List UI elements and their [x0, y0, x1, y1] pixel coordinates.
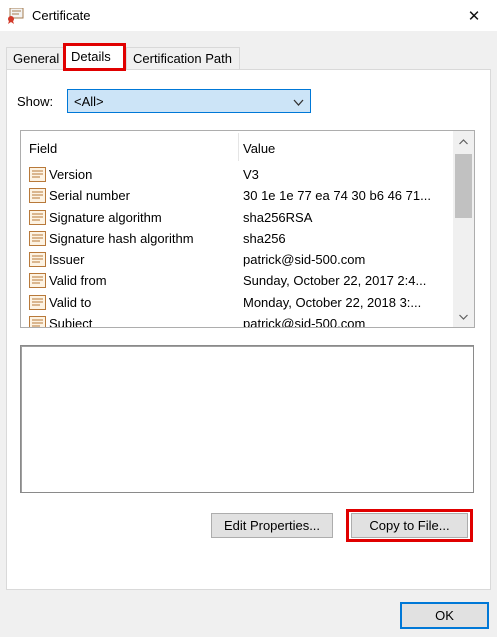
title-bar: Certificate ✕ — [0, 0, 497, 31]
row-field: Valid to — [49, 294, 92, 310]
list-item[interactable]: Serial number 30 1e 1e 77 ea 74 30 b6 46… — [21, 185, 453, 206]
certificate-field-icon — [28, 294, 47, 311]
row-field: Issuer — [49, 252, 85, 268]
row-field: Subject — [49, 316, 93, 328]
list-item[interactable]: Issuer patrick@sid-500.com — [21, 249, 453, 270]
column-header-field[interactable]: Field — [29, 141, 57, 156]
certificate-field-icon — [28, 251, 47, 268]
row-field: Signature hash algorithm — [49, 230, 194, 246]
scroll-up-button[interactable] — [453, 131, 474, 152]
row-field: Serial number — [49, 188, 130, 204]
scroll-thumb[interactable] — [455, 154, 472, 218]
list-item[interactable]: Subject patrick@sid-500.com — [21, 313, 453, 328]
chevron-up-icon — [459, 138, 468, 144]
chevron-down-icon — [459, 314, 468, 320]
list-item[interactable]: Valid from Sunday, October 22, 2017 2:4.… — [21, 270, 453, 291]
column-header-value[interactable]: Value — [243, 141, 275, 156]
close-icon: ✕ — [467, 7, 481, 25]
row-value: V3 — [243, 167, 259, 182]
window-title: Certificate — [32, 8, 91, 23]
tab-general[interactable]: General — [6, 47, 65, 69]
certificate-icon — [7, 7, 25, 24]
certificate-field-icon — [28, 315, 47, 327]
certificate-field-icon — [28, 166, 47, 183]
row-value: sha256RSA — [243, 209, 313, 225]
row-value: Monday, October 22, 2018 3:... — [243, 294, 422, 310]
chevron-down-icon — [293, 96, 304, 106]
show-selected-value: <All> — [74, 94, 104, 109]
list-item[interactable]: Signature hash algorithm sha256 — [21, 228, 453, 249]
row-field: Version — [49, 167, 93, 182]
row-value: sha256 — [243, 230, 286, 246]
list-item[interactable]: Valid to Monday, October 22, 2018 3:... — [21, 292, 453, 313]
row-field: Valid from — [49, 273, 107, 289]
certificate-field-icon — [28, 187, 47, 204]
certificate-field-icon — [28, 209, 47, 226]
list-header: Field Value — [21, 131, 453, 164]
row-value: patrick@sid-500.com — [243, 252, 366, 268]
field-value-textbox[interactable] — [20, 345, 474, 493]
list-item[interactable]: Signature algorithm sha256RSA — [21, 207, 453, 228]
row-value: Sunday, October 22, 2017 2:4... — [243, 273, 427, 289]
copy-to-file-highlight — [346, 509, 473, 542]
show-dropdown[interactable]: <All> — [67, 89, 311, 113]
list-item[interactable]: Version V3 — [21, 164, 453, 185]
certificate-field-icon — [28, 272, 47, 289]
row-value: patrick@sid-500.com — [243, 316, 366, 328]
show-label: Show: — [17, 94, 54, 109]
row-field: Signature algorithm — [49, 209, 162, 225]
ok-button[interactable]: OK — [400, 602, 489, 629]
certificate-field-icon — [28, 230, 47, 247]
column-divider[interactable] — [238, 133, 239, 161]
edit-properties-button[interactable]: Edit Properties... — [211, 513, 333, 538]
row-value: 30 1e 1e 77 ea 74 30 b6 46 71... — [243, 188, 431, 204]
tab-certification-path[interactable]: Certification Path — [126, 47, 240, 69]
details-tab-highlight — [63, 43, 126, 71]
fields-list[interactable]: Field Value Version V3 Serial number 30 … — [20, 130, 475, 328]
vertical-scrollbar[interactable] — [453, 131, 474, 327]
list-rows: Version V3 Serial number 30 1e 1e 77 ea … — [21, 164, 453, 328]
scroll-down-button[interactable] — [453, 306, 474, 327]
close-button[interactable]: ✕ — [451, 0, 497, 31]
